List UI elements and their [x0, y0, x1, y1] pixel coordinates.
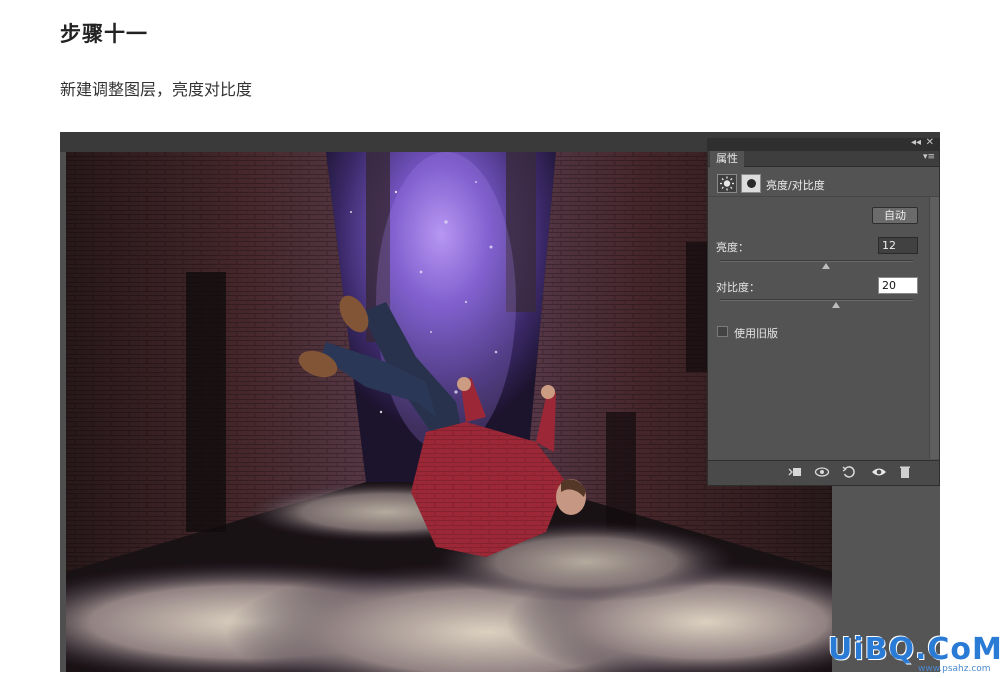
view-previous-state-icon[interactable] — [813, 465, 831, 481]
adjustment-header: 亮度/对比度 — [708, 169, 939, 197]
reset-icon[interactable] — [840, 465, 858, 481]
close-panel-icon[interactable]: ✕ — [926, 137, 934, 148]
legacy-checkbox[interactable] — [717, 326, 728, 337]
auto-button[interactable]: 自动 — [872, 207, 918, 224]
step-description: 新建调整图层，亮度对比度 — [60, 80, 253, 99]
brightness-slider-thumb[interactable] — [822, 263, 831, 269]
layer-mask-icon[interactable] — [741, 174, 761, 193]
contrast-value-field[interactable]: 20 — [878, 277, 918, 294]
panel-scrollbar[interactable] — [929, 197, 939, 459]
contrast-slider-thumb[interactable] — [831, 302, 840, 308]
legacy-checkbox-label[interactable]: 使用旧版 — [734, 325, 778, 341]
contrast-label: 对比度： — [716, 281, 760, 294]
adjustment-name: 亮度/对比度 — [766, 179, 825, 192]
site-watermark-url: www.psahz.com — [918, 664, 991, 674]
site-watermark-logo: UiBQ.CoM — [828, 632, 1000, 667]
panel-header[interactable]: ◂◂ ✕ — [708, 137, 939, 151]
panel-menu-icon[interactable]: ▾≡ — [923, 152, 935, 162]
tab-properties[interactable]: 属性 — [710, 151, 744, 167]
step-title: 步骤十一 — [60, 21, 148, 46]
brightness-label: 亮度： — [716, 241, 749, 254]
brightness-slider-track[interactable] — [720, 260, 913, 262]
contrast-slider-track[interactable] — [720, 299, 913, 301]
collapse-panel-icon[interactable]: ◂◂ — [911, 137, 921, 148]
panel-bottom-toolbar — [708, 460, 939, 485]
trash-icon[interactable] — [896, 465, 914, 481]
panel-tab-row: 属性 ▾≡ — [708, 151, 939, 167]
visibility-eye-icon[interactable] — [870, 465, 888, 481]
brightness-contrast-icon[interactable] — [717, 174, 737, 193]
properties-panel: ◂◂ ✕ 属性 ▾≡ 亮度/对比度 自动 亮度： 12 对比度： 20 使用旧版 — [707, 137, 940, 486]
clip-to-layer-icon[interactable] — [786, 465, 804, 481]
brightness-value-field[interactable]: 12 — [878, 237, 918, 254]
